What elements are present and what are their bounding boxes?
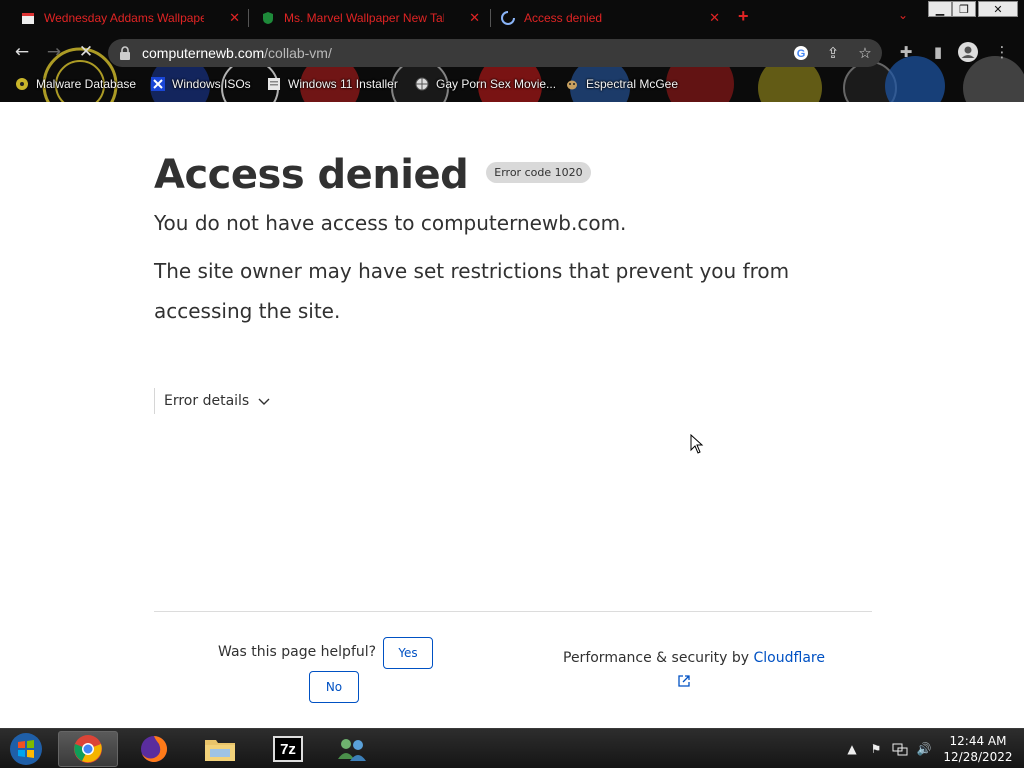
bookmark-windows-isos[interactable]: Windows ISOs [150,74,251,94]
tab-search-button[interactable]: ⌄ [898,8,908,22]
taskbar-firefox[interactable] [124,731,184,767]
tab-separator [248,9,249,27]
dog-icon [564,76,580,92]
7zip-icon: 7z [273,736,303,762]
bookmark-label: Gay Porn Sex Movie... [436,77,557,91]
error-details-toggle[interactable]: Error details [154,388,271,414]
url-host: computernewb.com [142,45,265,61]
bookmark-label: Malware Database [36,77,137,91]
error-details-label: Error details [164,393,250,409]
clock-date: 12/28/2022 [943,750,1013,764]
bookmarks-bar: Malware Database Windows ISOs Windows 11… [0,72,1024,96]
bookmark-label: Windows 11 Installer [288,77,398,91]
minimize-button[interactable]: ▁ [928,1,952,17]
error-code-badge: Error code 1020 [486,161,591,183]
bookmark-malware-database[interactable]: Malware Database [14,74,136,94]
tab-access-denied[interactable]: Access denied ✕ [492,5,728,31]
tab-strip: Wednesday Addams Wallpapers ✕ Ms. Marvel… [0,0,1024,34]
loading-spinner-icon [500,10,516,26]
tab-close-icon[interactable]: ✕ [469,10,480,26]
access-message: You do not have access to computernewb.c… [154,211,627,235]
tab-ms-marvel[interactable]: Ms. Marvel Wallpaper New Tab ✕ [252,5,488,31]
google-lens-icon[interactable]: G [792,44,810,62]
page-content: Access denied Error code 1020 You do not… [0,102,1024,728]
address-bar[interactable]: computernewb.com/collab-vm/ G ⇪ ☆ [108,39,882,67]
bookmark-star-icon[interactable]: ☆ [856,44,874,62]
svg-text:G: G [797,48,806,60]
browser-toolbar: ← → ✕ computernewb.com/collab-vm/ G ⇪ ☆ … [0,36,1024,68]
bookmark-label: Espectral McGee [586,77,679,91]
restore-button[interactable]: ❐ [952,1,976,17]
show-hidden-icons-icon[interactable]: ▲ [844,741,860,757]
performance-credit: Performance & security by Cloudflare [563,650,825,666]
minimize-icon: ▁ [935,2,945,16]
cloudflare-link[interactable]: Cloudflare [754,650,825,666]
calendar-icon [20,10,36,26]
clock-time: 12:44 AM [949,734,1007,748]
shield-icon [260,10,276,26]
tab-title: Ms. Marvel Wallpaper New Tab [284,11,444,25]
bookmark-windows-11-installer[interactable]: Windows 11 Installer [266,74,398,94]
globe-icon [414,76,430,92]
tab-wednesday-addams[interactable]: Wednesday Addams Wallpapers ✕ [12,5,248,31]
lock-icon [120,46,130,60]
new-tab-button[interactable]: + [738,6,749,27]
restore-icon: ❐ [959,2,969,16]
url-path: /collab-vm/ [264,45,332,61]
system-clock[interactable]: 12:44 AM 12/28/2022 [936,733,1020,765]
browser-chrome: Wednesday Addams Wallpapers ✕ Ms. Marvel… [0,0,1024,102]
biohazard-icon [14,76,30,92]
taskbar-file-explorer[interactable] [190,731,250,767]
tab-close-icon[interactable]: ✕ [229,10,240,26]
heading-row: Access denied Error code 1020 [154,152,591,198]
back-arrow-icon[interactable]: ← [12,42,32,62]
chevron-down-icon [258,398,270,405]
tab-separator [490,9,491,27]
close-window-button[interactable]: ✕ [978,1,1018,17]
profile-avatar-icon[interactable] [958,42,978,62]
share-icon[interactable]: ⇪ [824,44,842,62]
footer-divider [154,611,872,612]
restriction-message: The site owner may have set restrictions… [154,259,790,323]
document-icon [266,76,282,92]
tab-close-icon[interactable]: ✕ [709,10,720,26]
taskbar-chrome[interactable] [58,731,118,767]
network-icon[interactable] [892,741,908,757]
7zip-label: 7z [280,740,296,758]
side-panel-icon[interactable]: ▮ [928,42,948,62]
taskbar-network-users[interactable] [322,731,382,767]
tab-title: Wednesday Addams Wallpapers [44,11,204,25]
url-text[interactable]: computernewb.com/collab-vm/ [142,45,332,61]
external-link-icon[interactable] [677,674,691,688]
tab-title: Access denied [524,11,603,25]
bookmark-espectral-mcgee[interactable]: Espectral McGee [564,74,678,94]
start-button[interactable] [0,731,52,767]
extensions-puzzle-icon[interactable]: ✚ [896,42,916,62]
mouse-pointer-icon [690,434,704,454]
bookmark-label: Windows ISOs [172,77,251,91]
taskbar-7zip[interactable]: 7z [258,731,318,767]
page-title: Access denied [154,152,469,198]
action-center-flag-icon[interactable]: ⚑ [868,741,884,757]
menu-kebab-icon[interactable]: ⋮ [992,42,1012,62]
volume-icon[interactable]: 🔊 [916,741,932,757]
helpful-question: Was this page helpful? [218,644,377,660]
forward-arrow-icon[interactable]: → [44,42,64,62]
x-icon [150,76,166,92]
bookmark-movie-site[interactable]: Gay Porn Sex Movie... [414,74,556,94]
performance-text: Performance & security by [563,650,750,666]
no-button[interactable]: No [309,671,359,703]
taskbar: 7z ▲ ⚑ 🔊 12:44 AM 12/28/2022 [0,728,1024,768]
close-icon: ✕ [993,2,1003,16]
stop-loading-icon[interactable]: ✕ [76,42,96,62]
yes-button[interactable]: Yes [383,637,433,669]
